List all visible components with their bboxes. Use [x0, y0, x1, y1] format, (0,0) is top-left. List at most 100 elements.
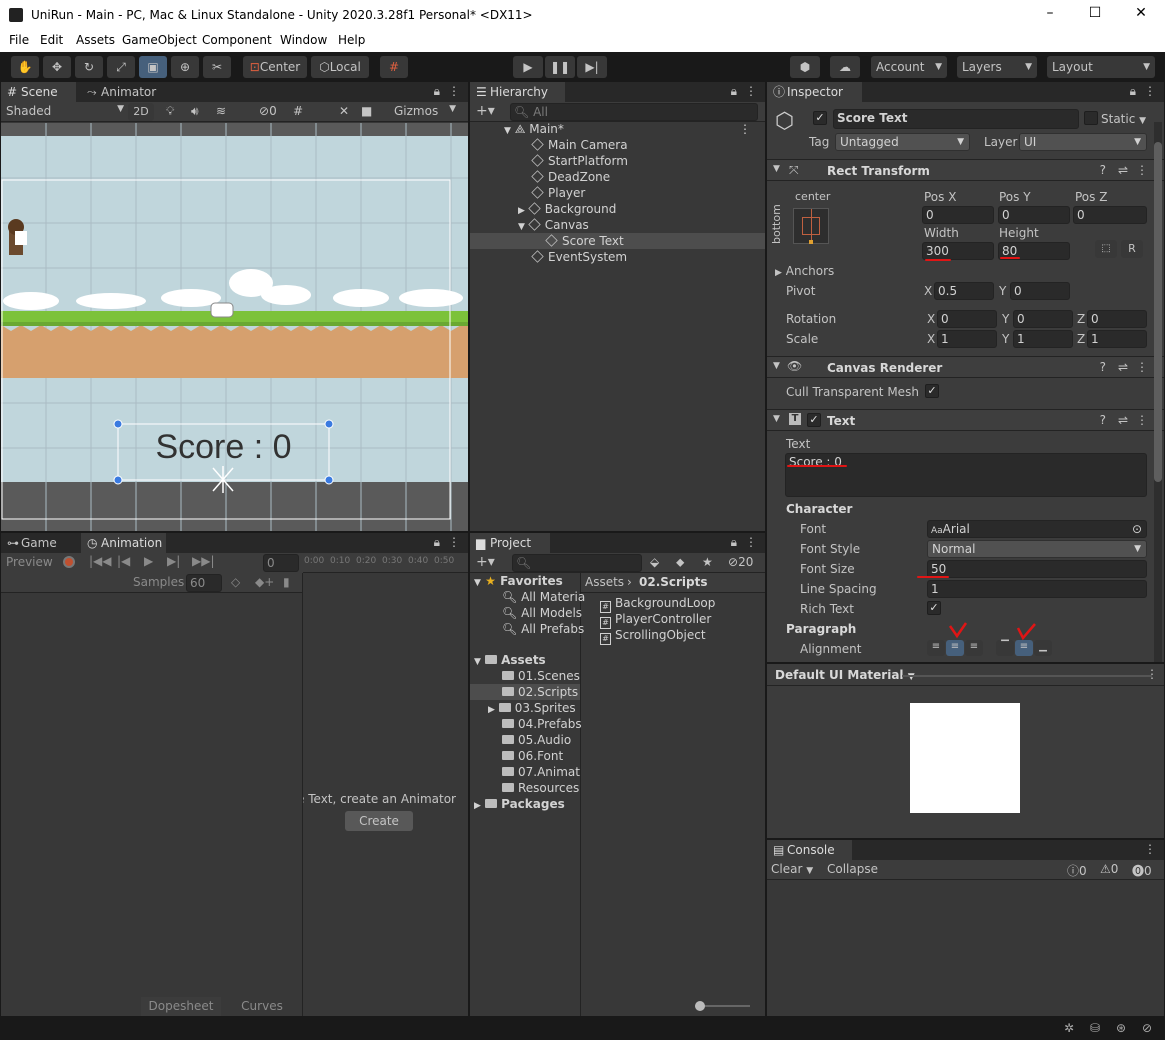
camera-icon[interactable]: ■ — [361, 104, 372, 118]
folder-scripts[interactable]: 02.Scripts — [502, 685, 578, 699]
tab-console[interactable]: ▤ Console — [767, 840, 852, 860]
static-dropdown[interactable]: Static ▼ — [1101, 112, 1146, 126]
close-button[interactable]: ✕ — [1126, 5, 1156, 25]
event-marker-icon[interactable]: ▮ — [283, 575, 290, 589]
panel-menu-icon[interactable]: ⋮ — [1144, 842, 1156, 856]
rot-x-field[interactable]: 0 — [937, 310, 997, 328]
account-dropdown[interactable]: Account ▼ — [871, 56, 947, 78]
object-name-input[interactable]: Score Text — [833, 109, 1079, 129]
cloud-icon[interactable]: ☁ — [830, 56, 860, 78]
anchors-foldout[interactable]: ▶ Anchors — [775, 264, 834, 278]
layout-dropdown[interactable]: Layout ▼ — [1047, 56, 1155, 78]
tree-item-main-camera[interactable]: Main Camera — [531, 138, 628, 152]
rich-text-checkbox[interactable]: ✓ — [927, 601, 941, 615]
add-object-button[interactable]: +▾ — [476, 103, 495, 119]
align-middle-icon[interactable]: ≡ — [1015, 640, 1033, 656]
active-checkbox[interactable]: ✓ — [813, 111, 827, 125]
packages-foldout[interactable]: ▶ Packages — [474, 797, 565, 811]
icon-size-slider[interactable] — [695, 1001, 750, 1011]
scale-tool-icon[interactable]: ⤢ — [107, 56, 135, 78]
anim-play-icon[interactable]: ▶ — [144, 554, 153, 568]
play-button[interactable]: ▶ — [513, 56, 543, 78]
folder-font[interactable]: 06.Font — [502, 749, 563, 763]
pivot-center-button[interactable]: ⊡Center — [243, 56, 307, 78]
2d-toggle[interactable]: 2D — [128, 103, 154, 121]
tab-animator[interactable]: ⤳ Animator — [81, 82, 161, 102]
lock-icon[interactable]: 🔒︎ — [434, 535, 440, 550]
preset-icon[interactable]: ⇌ — [1118, 163, 1128, 177]
folder-scenes[interactable]: 01.Scenes — [502, 669, 580, 683]
record-button[interactable] — [63, 556, 75, 568]
debug-icon[interactable]: ✲ — [1064, 1021, 1074, 1035]
help-icon[interactable]: ? — [1100, 360, 1106, 374]
menu-edit[interactable]: Edit — [40, 33, 63, 47]
tree-item-player[interactable]: Player — [531, 186, 585, 200]
component-menu-icon[interactable]: ⋮ — [1136, 360, 1148, 374]
align-bottom-icon[interactable]: ▁ — [1034, 640, 1052, 656]
cull-mesh-checkbox[interactable]: ✓ — [925, 384, 939, 398]
timeline-area[interactable]: ore Text, create an Animator Create — [303, 573, 468, 1016]
move-tool-icon[interactable]: ✥ — [43, 56, 71, 78]
folder-animations[interactable]: 07.Animati — [502, 765, 580, 779]
pivot-x-field[interactable]: 0.5 — [934, 282, 994, 300]
progress-ok-icon[interactable]: ⊘ — [1142, 1021, 1152, 1035]
static-checkbox[interactable] — [1084, 111, 1098, 125]
align-right-icon[interactable]: ≡ — [965, 640, 983, 656]
next-key-icon[interactable]: ▶| — [167, 554, 180, 568]
tab-animation[interactable]: ◷ Animation — [81, 533, 166, 553]
help-icon[interactable]: ? — [1100, 163, 1106, 177]
rotate-tool-icon[interactable]: ↻ — [75, 56, 103, 78]
script-playercontroller[interactable]: # PlayerController — [600, 612, 711, 629]
inspector-scrollbar[interactable] — [1154, 122, 1162, 662]
tree-item-canvas[interactable]: ▼ Canvas — [518, 218, 589, 232]
component-menu-icon[interactable]: ⋮ — [1136, 413, 1148, 427]
search-by-label-icon[interactable]: ⬥ — [676, 555, 684, 570]
folder-sprites[interactable]: ▶ 03.Sprites — [488, 701, 576, 715]
font-size-field[interactable]: 50 — [927, 560, 1147, 578]
posx-field[interactable]: 0 — [922, 206, 994, 224]
hand-tool-icon[interactable]: ✋ — [11, 56, 39, 78]
samples-field[interactable]: 60 — [186, 574, 222, 592]
shading-mode-dropdown[interactable]: Shaded ▼ — [6, 104, 124, 118]
tree-scene-main[interactable]: ▼ ⟁ Main* ⋮ — [504, 122, 759, 137]
layers-dropdown[interactable]: Layers ▼ — [957, 56, 1037, 78]
component-menu-icon[interactable]: ⋮ — [1136, 163, 1148, 177]
panel-menu-icon[interactable]: ⋮ — [1144, 84, 1156, 98]
favorites-icon[interactable]: ★ — [702, 555, 713, 569]
tag-dropdown[interactable]: Untagged ▼ — [835, 133, 970, 151]
search-by-type-icon[interactable]: ⬙ — [650, 555, 659, 569]
tree-item-startplatform[interactable]: StartPlatform — [531, 154, 628, 168]
rect-tool-icon[interactable]: ▣ — [139, 56, 167, 78]
tab-project[interactable]: ▆ Project — [470, 533, 550, 553]
blueprint-mode-button[interactable]: ⬚ — [1095, 240, 1117, 258]
maximize-button[interactable]: ☐ — [1080, 5, 1110, 25]
info-count-icon[interactable]: ⓘ0 — [1067, 862, 1087, 879]
last-key-icon[interactable]: ▶▶| — [192, 554, 215, 568]
text-component-header[interactable]: ▼ T ✓ Text ? ⇌ ⋮ — [767, 409, 1164, 431]
font-field[interactable]: AaArial ⊙ — [927, 520, 1147, 538]
fav-all-materials[interactable]: 🔍︎ All Materia — [502, 590, 585, 604]
lock-icon[interactable]: 🔒︎ — [731, 535, 737, 550]
script-backgroundloop[interactable]: # BackgroundLoop — [600, 596, 715, 613]
tree-item-score-text[interactable]: Score Text — [545, 234, 624, 248]
layer-dropdown[interactable]: UI ▼ — [1019, 133, 1147, 151]
menu-window[interactable]: Window — [280, 33, 327, 47]
tree-item-background[interactable]: ▶ Background — [518, 202, 616, 216]
tab-scene[interactable]: # Scene — [1, 82, 76, 102]
line-spacing-field[interactable]: 1 — [927, 580, 1147, 598]
align-left-icon[interactable]: ≡ — [927, 640, 945, 656]
pivot-y-field[interactable]: 0 — [1010, 282, 1070, 300]
panel-menu-icon[interactable]: ⋮ — [745, 84, 757, 98]
tab-game[interactable]: ⊶ Game — [1, 533, 76, 553]
lock-icon[interactable]: 🔒︎ — [1130, 84, 1136, 99]
custom-tool-icon[interactable]: ✂ — [203, 56, 231, 78]
gizmos-dropdown[interactable]: Gizmos ▼ — [394, 104, 456, 118]
curves-tab[interactable]: Curves — [223, 997, 301, 1016]
cache-icon[interactable]: ⛁ — [1090, 1021, 1100, 1035]
auto-gen-lighting-icon[interactable]: ⊛ — [1116, 1021, 1126, 1035]
clear-button[interactable]: Clear ▼ — [771, 862, 813, 876]
minimize-button[interactable]: – — [1035, 5, 1065, 25]
prev-key-icon[interactable]: |◀ — [117, 554, 130, 568]
first-key-icon[interactable]: |◀◀ — [89, 554, 112, 568]
rot-y-field[interactable]: 0 — [1013, 310, 1073, 328]
